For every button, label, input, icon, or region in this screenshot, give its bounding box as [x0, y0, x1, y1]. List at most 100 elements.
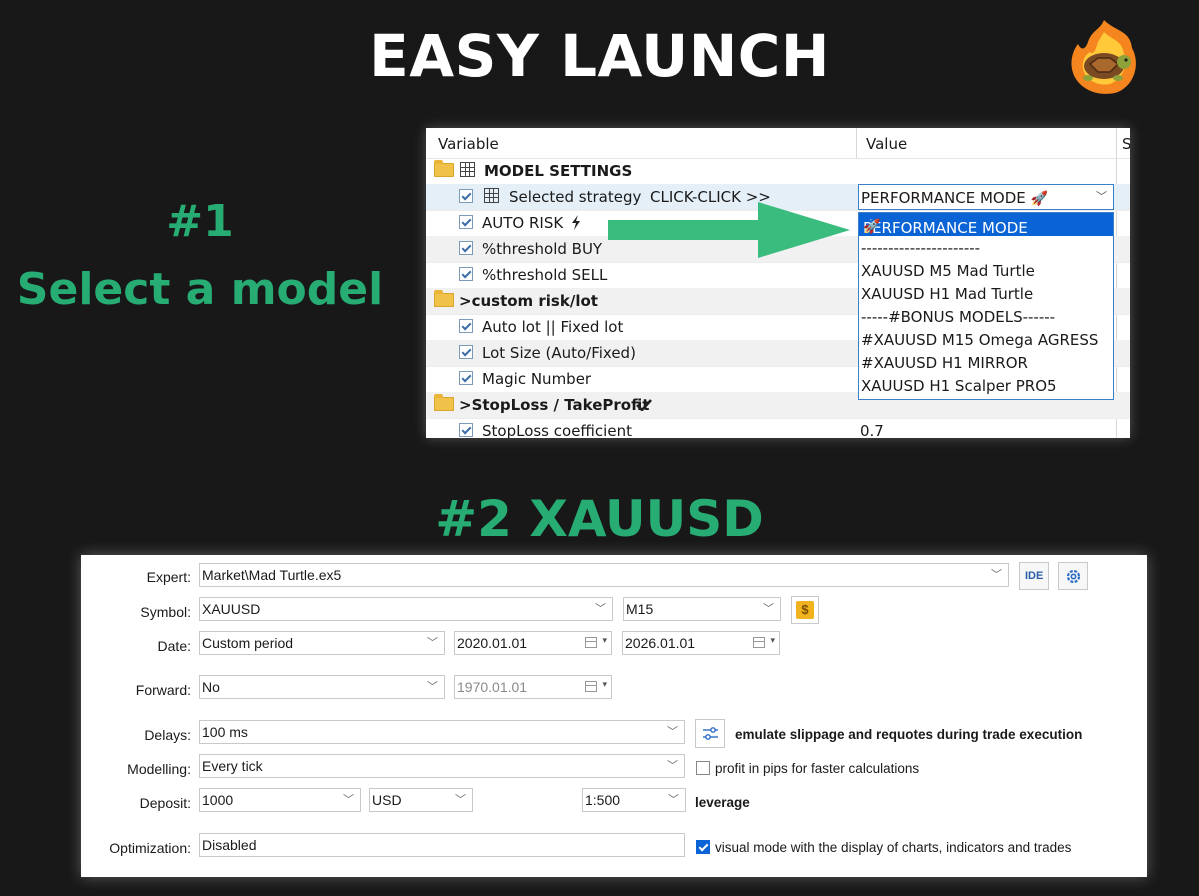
forward-date-input[interactable]: 1970.01.01 ▾ — [454, 675, 612, 699]
dropdown-option[interactable]: PERFORMANCE MODE 🚀 — [859, 213, 1113, 237]
dropdown-option[interactable]: ---------------------- — [859, 236, 1113, 259]
checkbox-icon[interactable] — [459, 319, 473, 333]
delays-select[interactable]: 100 ms ﹀ — [199, 720, 685, 744]
step2-callout: #2 XAUUSD — [435, 490, 764, 548]
table-icon — [460, 162, 475, 177]
column-divider[interactable] — [1116, 128, 1117, 158]
forward-select[interactable]: No ﹀ — [199, 675, 445, 699]
modelling-label: Modelling: — [127, 761, 191, 777]
table-icon — [484, 188, 499, 203]
dropdown-option[interactable]: -----#BONUS MODELS------ — [859, 305, 1113, 328]
leverage-label: leverage — [695, 795, 750, 810]
param-label: Auto lot || Fixed lot — [482, 318, 624, 336]
strategy-dropdown-list: PERFORMANCE MODE 🚀 ---------------------… — [858, 212, 1114, 400]
chevron-down-icon: ﹀ — [427, 637, 438, 649]
chevron-down-icon: ﹀ — [455, 794, 466, 806]
symbol-select[interactable]: XAUUSD ﹀ — [199, 597, 613, 621]
chevron-down-icon: ﹀ — [427, 681, 438, 693]
calendar-icon[interactable] — [753, 637, 765, 648]
column-variable[interactable]: Variable — [438, 135, 499, 153]
lightning-icon — [572, 215, 580, 230]
deposit-select[interactable]: 1000 ﹀ — [199, 788, 361, 812]
visual-mode-checkbox[interactable] — [696, 840, 710, 854]
checkbox-icon[interactable] — [459, 371, 473, 385]
green-arrow-icon — [608, 202, 850, 258]
timeframe-select[interactable]: M15 ﹀ — [623, 597, 781, 621]
checkbox-icon[interactable] — [459, 189, 473, 203]
dropdown-option[interactable]: #XAUUSD M15 Omega AGRESS — [859, 328, 1113, 351]
rocket-icon: 🚀 — [863, 219, 881, 235]
optimization-select[interactable]: Disabled — [199, 833, 685, 857]
dropdown-option[interactable]: #XAUUSD H1 MIRROR — [859, 351, 1113, 374]
chevron-down-icon: ﹀ — [343, 794, 354, 806]
group-label: >StopLoss / TakeProfit — [459, 396, 650, 414]
strategy-tester-settings: Expert: Market\Mad Turtle.ex5 ﹀ IDE Symb… — [81, 555, 1147, 877]
param-label: %threshold BUY — [482, 240, 603, 258]
profit-pips-checkbox[interactable] — [696, 761, 710, 775]
checkbox-icon[interactable] — [459, 241, 473, 255]
dropdown-option[interactable]: XAUUSD H1 Mad Turtle — [859, 282, 1113, 305]
date-mode-select[interactable]: Custom period ﹀ — [199, 631, 445, 655]
dropdown-option[interactable]: XAUUSD M5 Mad Turtle — [859, 259, 1113, 282]
chevron-down-icon: ▾ — [770, 635, 775, 645]
symbol-label: Symbol: — [140, 604, 191, 620]
delays-settings-button[interactable] — [695, 719, 725, 748]
ide-button[interactable]: IDE — [1019, 562, 1049, 590]
chevron-down-icon: ▾ — [602, 635, 607, 645]
optimization-label: Optimization: — [109, 840, 191, 856]
folder-icon — [434, 394, 454, 411]
step1-text: Select a model — [16, 264, 384, 315]
group-label: MODEL SETTINGS — [484, 162, 633, 180]
param-label: %threshold SELL — [482, 266, 608, 284]
chevron-down-icon: ﹀ — [595, 603, 606, 615]
currency-select[interactable]: USD ﹀ — [369, 788, 473, 812]
checkbox-icon[interactable] — [459, 345, 473, 359]
dropdown-option[interactable]: XAUUSD H1 Scalper PRO5 — [859, 374, 1113, 397]
calendar-icon — [585, 681, 597, 692]
group-row-model-settings[interactable]: MODEL SETTINGS — [426, 158, 1130, 185]
step1-number: #1 — [166, 196, 234, 247]
folder-icon — [434, 290, 454, 307]
profit-pips-label: profit in pips for faster calculations — [715, 761, 920, 776]
chevron-down-icon[interactable]: ﹀ — [1096, 188, 1107, 204]
sliders-icon — [703, 727, 718, 740]
checkbox-icon[interactable] — [459, 215, 473, 229]
forward-label: Forward: — [135, 682, 191, 698]
gear-icon — [1066, 569, 1081, 584]
chevron-down-icon: ﹀ — [991, 569, 1002, 581]
settings-button[interactable] — [1058, 562, 1088, 590]
group-label: >custom risk/lot — [459, 292, 598, 310]
leverage-select[interactable]: 1:500 ﹀ — [582, 788, 686, 812]
delays-label: Delays: — [144, 727, 191, 743]
fire-turtle-logo — [1071, 20, 1136, 94]
currency-button[interactable]: $ — [791, 596, 819, 624]
chevron-down-icon: ﹀ — [667, 760, 678, 772]
modelling-select[interactable]: Every tick ﹀ — [199, 754, 685, 778]
expert-select[interactable]: Market\Mad Turtle.ex5 ﹀ — [199, 563, 1009, 587]
date-label: Date: — [157, 638, 191, 654]
step1-callout: #1 Select a model — [0, 188, 400, 324]
chevron-down-icon: ﹀ — [763, 603, 774, 615]
param-value[interactable]: 0.7 — [860, 422, 884, 438]
deposit-label: Deposit: — [139, 795, 191, 811]
checkbox-icon[interactable] — [459, 267, 473, 281]
ea-parameters-grid: Variable Value S MODEL SETTINGS Selected… — [426, 128, 1130, 438]
strategy-select[interactable]: PERFORMANCE MODE 🚀 ﹀ — [858, 184, 1114, 210]
param-row-stoploss-coefficient[interactable]: StopLoss coefficient 0.7 — [426, 418, 1130, 438]
date-from-input[interactable]: 2020.01.01 ▾ — [454, 631, 612, 655]
date-to-input[interactable]: 2026.01.01 ▾ — [622, 631, 780, 655]
page-title: EASY LAUNCH — [369, 22, 830, 90]
column-extra[interactable]: S — [1122, 135, 1130, 153]
chevron-down-icon: ▾ — [602, 679, 607, 689]
checkbox-icon[interactable] — [459, 423, 473, 437]
grid-header: Variable Value S — [426, 128, 1130, 159]
param-label: Lot Size (Auto/Fixed) — [482, 344, 636, 362]
select-value: PERFORMANCE MODE — [861, 189, 1026, 207]
rocket-icon: 🚀 — [1030, 191, 1048, 207]
param-label: StopLoss coefficient — [482, 422, 632, 438]
column-divider[interactable] — [856, 128, 857, 158]
delays-note: emulate slippage and requotes during tra… — [735, 727, 1083, 742]
calendar-icon[interactable] — [585, 637, 597, 648]
chevron-down-icon: ﹀ — [667, 726, 678, 738]
column-value[interactable]: Value — [866, 135, 907, 153]
